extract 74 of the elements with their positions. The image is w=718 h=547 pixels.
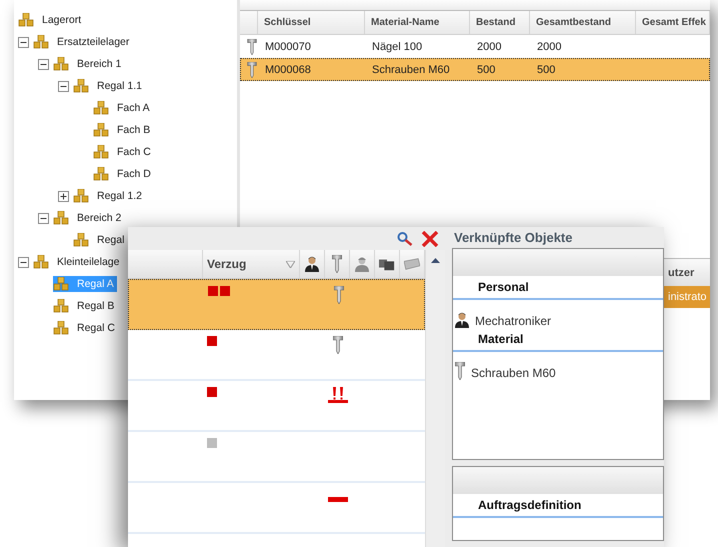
table-cell-text: 500 — [536, 62, 556, 78]
expand-icon[interactable] — [58, 190, 69, 202]
section-heading: Material — [453, 328, 663, 352]
worker-icon — [355, 256, 369, 272]
tree-item[interactable]: Regal B — [53, 298, 114, 314]
storage-icon — [53, 299, 69, 313]
tree-item[interactable]: Ersatzteilelager — [33, 34, 130, 50]
storage-icon — [53, 321, 69, 335]
tree-item[interactable]: Fach B — [93, 122, 150, 138]
tag-icon — [404, 258, 420, 270]
storage-icon — [73, 189, 89, 203]
collapse-icon[interactable] — [38, 212, 49, 224]
column-header[interactable]: Schlüssel — [258, 11, 365, 34]
person-icon — [305, 256, 319, 272]
storage-icon — [18, 13, 34, 27]
tree-item[interactable]: Regal C — [53, 320, 115, 336]
collapse-icon[interactable] — [18, 36, 29, 48]
person-icon — [455, 312, 469, 328]
storage-icon — [93, 123, 109, 137]
panel-title: Verknüpfte Objekte — [453, 229, 574, 247]
tree-item[interactable]: Bereich 1 — [53, 56, 122, 72]
grid-row[interactable] — [128, 279, 425, 330]
table-cell-text: M000070 — [264, 40, 312, 54]
column-header[interactable]: utzer — [668, 266, 694, 278]
column-header[interactable]: Material-Name — [365, 11, 470, 34]
column-header[interactable]: Bestand — [470, 11, 530, 34]
storage-icon — [33, 35, 49, 49]
table-cell-text: 2000 — [536, 40, 562, 54]
screw-icon — [455, 362, 465, 380]
tree-item[interactable]: Fach D — [93, 166, 151, 182]
section-heading: Personal — [453, 276, 663, 300]
storage-icon — [33, 255, 49, 269]
storage-icon — [53, 211, 69, 225]
table-cell-text: 500 — [476, 62, 496, 78]
storage-icon — [73, 233, 89, 247]
screw-icon — [334, 286, 344, 304]
table-cell-text: M000068 — [264, 62, 312, 78]
alert-icon — [328, 387, 348, 403]
scroll-up-icon[interactable] — [431, 258, 440, 263]
collapse-icon[interactable] — [18, 256, 29, 268]
tree-item[interactable]: Lagerort — [18, 12, 82, 28]
material-icon — [247, 62, 257, 78]
material-icon — [247, 38, 257, 54]
collapse-icon[interactable] — [38, 58, 49, 70]
storage-icon — [93, 145, 109, 159]
minus-icon — [328, 497, 348, 502]
table-cell: inistrato — [668, 291, 707, 303]
tree-item[interactable]: Kleinteilelage — [33, 254, 120, 270]
storage-icon — [93, 101, 109, 115]
table-cell-text: Nägel 100 — [371, 40, 424, 54]
screw-icon — [332, 255, 342, 273]
collapse-icon[interactable] — [58, 80, 69, 92]
linked-object[interactable]: Mechatroniker — [475, 314, 552, 328]
crates-icon — [379, 257, 395, 271]
tree-item[interactable]: Regal 1.2 — [73, 188, 142, 204]
tree-item[interactable]: Bereich 2 — [53, 210, 122, 226]
linked-object[interactable]: Schrauben M60 — [471, 366, 556, 380]
tree-item[interactable]: Regal — [73, 232, 124, 248]
storage-icon — [73, 79, 89, 93]
tree-item[interactable]: Fach A — [93, 100, 150, 116]
table-row[interactable]: M000068 Schrauben M60 500 500 — [240, 58, 710, 81]
screw-icon — [332, 336, 342, 354]
storage-icon — [93, 167, 109, 181]
storage-icon — [53, 57, 69, 71]
table-cell-text: Schrauben M60 — [371, 62, 451, 78]
storage-icon — [53, 277, 69, 291]
table-cell-text: 2000 — [476, 40, 502, 54]
column-header[interactable]: Gesamtbestand — [530, 11, 636, 34]
column-header[interactable]: Gesamt Effek — [636, 11, 710, 34]
search-icon[interactable] — [397, 232, 413, 246]
section-heading: Auftragsdefinition — [453, 494, 663, 518]
tree-item[interactable]: Regal 1.1 — [73, 78, 142, 94]
close-icon[interactable] — [421, 230, 439, 246]
tree-item[interactable]: Fach C — [93, 144, 151, 160]
